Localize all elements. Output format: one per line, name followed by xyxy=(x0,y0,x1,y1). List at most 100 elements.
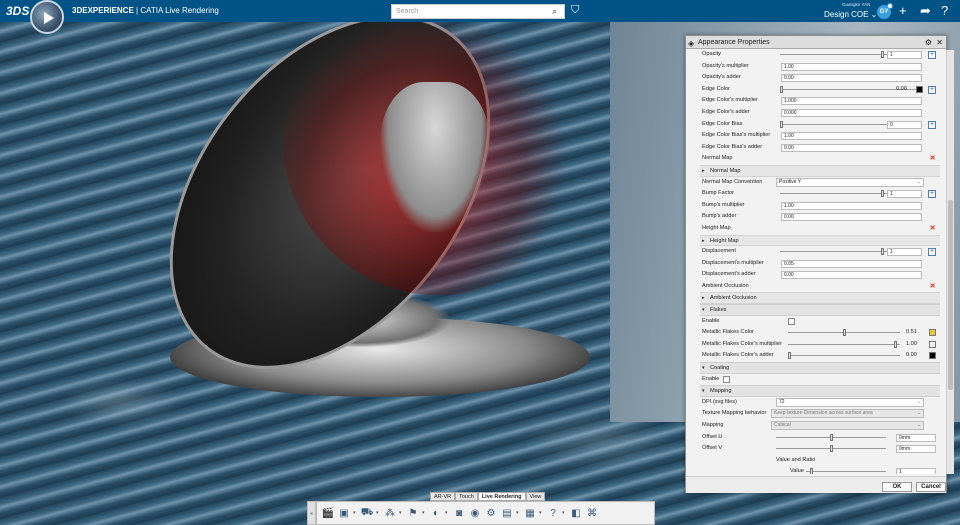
property-row[interactable]: ▸ Ambient Occlusion xyxy=(700,292,940,305)
slider-thumb[interactable] xyxy=(893,340,897,348)
dropdown-arrow[interactable]: ▾ xyxy=(516,510,521,516)
enable-checkbox[interactable] xyxy=(723,375,730,383)
property-value-input[interactable]: 1.00 xyxy=(781,132,922,141)
property-value-input[interactable]: 0.00 xyxy=(781,74,922,83)
panel-titlebar[interactable]: ◈ Appearance Properties ⚙ ✕ xyxy=(686,36,946,49)
slider-thumb[interactable] xyxy=(842,329,846,337)
property-value-input[interactable]: 1 xyxy=(887,51,922,59)
tab-view[interactable]: View xyxy=(525,492,546,501)
add-icon[interactable]: + xyxy=(928,248,936,257)
property-slider[interactable] xyxy=(806,468,886,474)
slider-thumb[interactable] xyxy=(881,190,885,198)
property-row[interactable]: ▾ Mapping xyxy=(700,385,940,397)
photo-icon[interactable]: ◙ xyxy=(452,508,466,519)
property-dropdown[interactable]: 72 ⌄ xyxy=(776,397,924,407)
toolbar-expand-button[interactable]: « xyxy=(307,501,316,525)
slider-thumb[interactable] xyxy=(788,352,791,360)
dropdown-arrow[interactable]: ▾ xyxy=(539,510,544,516)
tab-ar-vr[interactable]: AR-VR xyxy=(430,492,456,501)
cancel-button[interactable]: Cancel xyxy=(916,482,946,492)
property-dropdown[interactable]: Positive Y ⌄ xyxy=(776,177,924,187)
add-icon[interactable]: + xyxy=(928,51,936,59)
camera-icon[interactable]: ⛟ xyxy=(360,507,374,520)
slider-thumb[interactable] xyxy=(829,445,833,453)
property-slider[interactable] xyxy=(788,340,900,348)
property-slider[interactable] xyxy=(780,248,892,256)
settings-icon[interactable]: ⚙ xyxy=(484,508,498,519)
remove-icon[interactable]: ✕ xyxy=(929,155,936,162)
property-value-input[interactable]: 1.00 xyxy=(781,62,922,71)
scene-icon[interactable]: ▣ xyxy=(337,508,351,519)
enable-checkbox[interactable] xyxy=(788,317,795,325)
property-slider[interactable] xyxy=(780,120,892,128)
gear-icon[interactable]: ⚙ xyxy=(925,36,932,49)
color-swatch[interactable] xyxy=(929,352,936,360)
close-icon[interactable]: ✕ xyxy=(936,36,943,49)
help-icon[interactable]: ? xyxy=(546,508,560,519)
property-slider[interactable] xyxy=(776,433,886,441)
dropdown-arrow[interactable]: ▾ xyxy=(422,510,427,516)
property-value-input[interactable]: 0.000 xyxy=(781,108,922,117)
slider-thumb[interactable] xyxy=(881,51,885,58)
property-row[interactable]: ▾ Flakes xyxy=(700,304,940,316)
slider-thumb[interactable] xyxy=(829,433,833,441)
search-input[interactable]: Search xyxy=(391,4,565,19)
hierarchy-icon[interactable]: ⌘ xyxy=(585,508,599,519)
help-icon[interactable]: ? xyxy=(941,3,948,18)
slider-thumb[interactable] xyxy=(780,85,783,93)
ok-button[interactable]: OK xyxy=(882,482,912,492)
property-value-input[interactable]: 0 xyxy=(887,120,922,129)
property-row[interactable]: ▾ Coating xyxy=(700,362,940,374)
property-slider[interactable] xyxy=(788,329,900,337)
table-icon[interactable]: ▤ xyxy=(500,508,514,519)
property-value-input[interactable]: 0.00 xyxy=(781,271,922,280)
property-value-input[interactable]: 0mm xyxy=(896,445,936,454)
property-value-input[interactable]: 1.000 xyxy=(781,97,922,106)
dropdown-arrow[interactable]: ▾ xyxy=(445,510,450,516)
color-swatch[interactable] xyxy=(929,329,936,337)
property-slider[interactable] xyxy=(788,352,900,360)
color-swatch[interactable] xyxy=(916,85,923,93)
remove-icon[interactable]: ✕ xyxy=(929,283,936,290)
property-slider[interactable] xyxy=(776,445,886,453)
slider-thumb[interactable] xyxy=(881,248,885,256)
slider-thumb[interactable] xyxy=(809,468,813,474)
tab-touch[interactable]: Touch xyxy=(455,492,478,501)
paint-icon[interactable]: ⚑ xyxy=(406,508,420,519)
add-icon[interactable]: + xyxy=(928,190,936,199)
role-dropdown[interactable]: Design COE ⌄ xyxy=(824,10,877,19)
dropdown-arrow[interactable]: ▾ xyxy=(353,510,358,516)
dropdown-arrow[interactable]: ▾ xyxy=(376,510,381,516)
render-icon[interactable]: ◉ xyxy=(468,508,482,519)
property-value-input[interactable]: 0mm xyxy=(896,433,936,442)
compass-button[interactable] xyxy=(30,0,64,34)
tag-icon[interactable]: ⛉ xyxy=(571,4,579,17)
cube-icon[interactable]: ◧ xyxy=(569,508,583,519)
add-icon[interactable]: + xyxy=(899,3,907,18)
search-icon[interactable]: ⌕ xyxy=(552,6,562,16)
grid-icon[interactable]: ▦ xyxy=(523,508,537,519)
scrollbar-thumb[interactable] xyxy=(948,200,953,390)
dropdown-arrow[interactable]: ▾ xyxy=(562,510,567,516)
lighting-icon[interactable]: ◐ xyxy=(429,508,443,519)
add-icon[interactable]: + xyxy=(928,85,936,94)
property-value-input[interactable]: 0.05 xyxy=(781,259,922,268)
property-value-input[interactable]: 0.00 xyxy=(781,213,922,222)
remove-icon[interactable]: ✕ xyxy=(929,225,936,232)
slider-thumb[interactable] xyxy=(780,120,783,128)
share-icon[interactable]: ➦ xyxy=(920,3,931,18)
property-dropdown[interactable]: Keep texture Dimension across surface ar… xyxy=(771,409,924,419)
property-value-input[interactable]: 1 xyxy=(887,190,922,199)
property-slider[interactable] xyxy=(780,51,892,58)
property-value-input[interactable]: 1 xyxy=(896,468,936,474)
material-balls-icon[interactable]: ⁂ xyxy=(383,508,397,519)
panel-scrollbar[interactable] xyxy=(946,50,954,474)
add-icon[interactable]: + xyxy=(928,120,936,129)
dropdown-arrow[interactable]: ▾ xyxy=(399,510,404,516)
property-value-input[interactable]: 0.00 xyxy=(781,143,922,152)
property-value-input[interactable]: 1 xyxy=(887,248,922,257)
property-slider[interactable] xyxy=(780,190,892,198)
color-swatch[interactable] xyxy=(929,340,936,348)
tab-live-rendering[interactable]: Live Rendering xyxy=(477,492,526,501)
property-dropdown[interactable]: Cubical ⌄ xyxy=(771,421,924,430)
